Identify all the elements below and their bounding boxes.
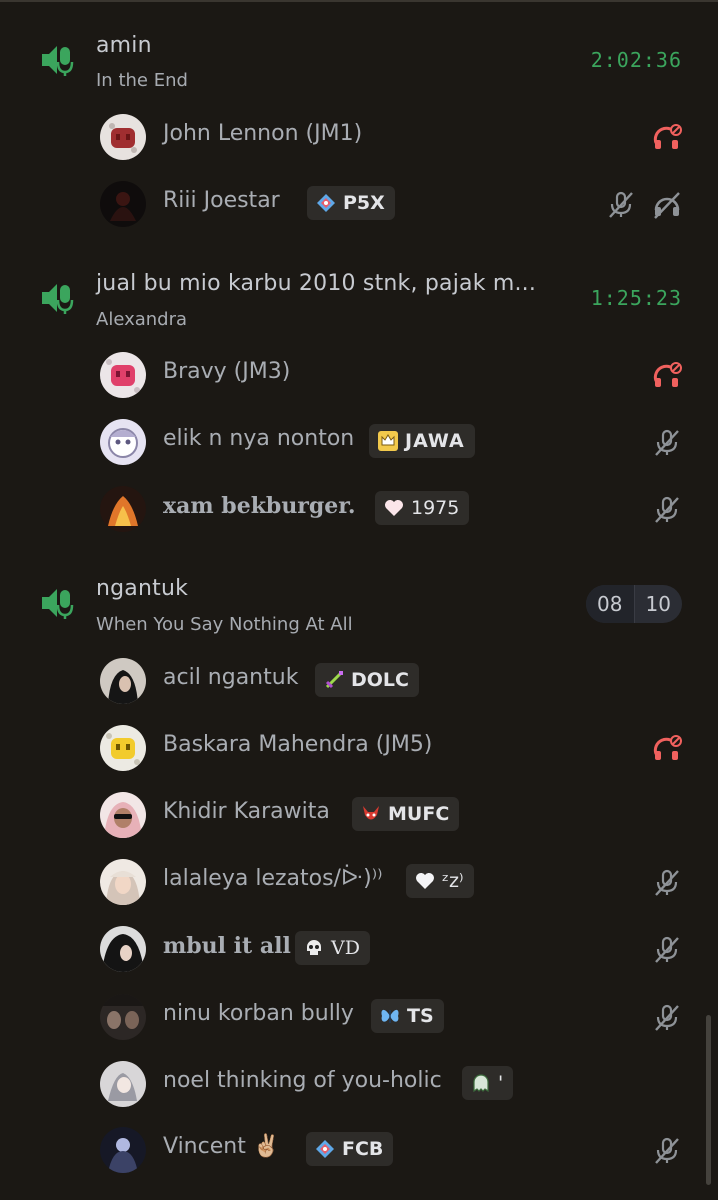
server-tag[interactable]: VD — [295, 931, 370, 965]
avatar[interactable] — [100, 725, 146, 771]
server-tag-label: P5X — [343, 192, 385, 214]
member-name: elik n nya nonton — [163, 426, 355, 451]
avatar[interactable] — [100, 352, 146, 398]
channel-activity: In the End — [96, 70, 188, 91]
server-tag-label: TS — [407, 1005, 434, 1027]
butterfly-badge-icon — [381, 1009, 399, 1023]
member-name: acil ngantuk — [163, 665, 299, 690]
server-tag-label: ᶻz⁾ — [442, 870, 464, 892]
member-name: xam bekburger. — [163, 493, 356, 519]
crown-badge-icon — [378, 431, 398, 451]
member-name: Khidir Karawita — [163, 799, 330, 824]
channel-activity: When You Say Nothing At All — [96, 614, 353, 635]
voice-member-acil-ngantuk[interactable]: acil ngantuk DOLC — [0, 653, 718, 709]
avatar[interactable] — [100, 114, 146, 160]
avatar[interactable] — [100, 181, 146, 227]
voice-member-mbul-it-all[interactable]: mbul it all VD — [0, 921, 718, 977]
avatar[interactable] — [100, 1061, 146, 1107]
member-name: Riii Joestar — [163, 188, 280, 213]
user-count: 08 — [586, 585, 635, 623]
scrollbar[interactable] — [706, 1015, 711, 1185]
voice-member-khidir-karawita[interactable]: Khidir Karawita MUFC — [0, 787, 718, 843]
avatar[interactable] — [100, 792, 146, 838]
voice-member-elik[interactable]: elik n nya nonton JAWA — [0, 414, 718, 470]
avatar[interactable] — [100, 1127, 146, 1173]
muted-mic-icon — [609, 191, 633, 218]
server-tag[interactable]: ᶻz⁾ — [406, 864, 474, 898]
muted-mic-icon — [655, 936, 679, 963]
avatar[interactable] — [100, 994, 146, 1040]
devil-badge-icon — [363, 806, 379, 820]
voice-member-lalaleya[interactable]: lalaleya lezatos/ᐕ)⁾⁾ ᶻz⁾ — [0, 854, 718, 910]
deafened-headphones-icon — [653, 735, 682, 760]
voice-member-baskara-mahendra[interactable]: Baskara Mahendra (JM5) — [0, 720, 718, 776]
server-tag[interactable]: DOLC — [315, 663, 419, 697]
muted-mic-icon — [655, 429, 679, 456]
server-tag-label: FCB — [342, 1138, 384, 1160]
voice-member-john-lennon[interactable]: John Lennon (JM1) — [0, 109, 718, 165]
member-name: lalaleya lezatos/ᐕ)⁾⁾ — [163, 866, 383, 891]
top-divider — [0, 0, 718, 2]
server-tag-label: MUFC — [388, 803, 450, 825]
ghost-badge-icon — [473, 1074, 489, 1093]
avatar[interactable] — [100, 926, 146, 972]
channel-name[interactable]: amin — [96, 33, 152, 58]
server-tag[interactable]: MUFC — [352, 797, 460, 831]
avatar[interactable] — [100, 859, 146, 905]
muted-mic-icon — [655, 1137, 679, 1164]
voice-speaker-icon — [42, 284, 74, 314]
server-tag-label: ' — [498, 1072, 504, 1094]
heart-badge-icon — [416, 873, 434, 889]
member-name: Bravy (JM3) — [163, 359, 291, 384]
user-limit-pill: 08 10 — [586, 585, 682, 623]
muted-mic-icon — [655, 1004, 679, 1031]
server-tag[interactable]: ' — [462, 1066, 514, 1100]
diamond-badge-icon — [317, 194, 335, 212]
channel-activity: Alexandra — [96, 309, 188, 330]
user-limit: 10 — [645, 592, 671, 616]
voice-member-bravy[interactable]: Bravy (JM3) — [0, 347, 718, 403]
member-name: John Lennon (JM1) — [163, 121, 363, 146]
server-tag[interactable]: TS — [371, 999, 444, 1033]
heart-badge-icon — [385, 500, 403, 516]
server-tag[interactable]: FCB — [306, 1132, 394, 1166]
channel-timer: 1:25:23 — [590, 286, 682, 310]
deafened-headphones-icon — [653, 362, 682, 387]
server-tag-label: DOLC — [351, 669, 409, 691]
channel-timer: 2:02:36 — [590, 48, 682, 72]
member-name: ninu korban bully — [163, 1001, 354, 1026]
muted-mic-icon — [655, 496, 679, 523]
sword-badge-icon — [325, 671, 343, 689]
channel-name[interactable]: ngantuk — [96, 576, 188, 601]
server-tag-label: VD — [331, 937, 360, 959]
member-name: Baskara Mahendra (JM5) — [163, 732, 433, 757]
diamond-badge-icon — [316, 1140, 334, 1158]
voice-member-ninu-korban-bully[interactable]: ninu korban bully TS — [0, 989, 718, 1045]
server-tag[interactable]: JAWA — [369, 424, 475, 458]
muted-mic-icon — [655, 869, 679, 896]
member-name: noel thinking of you-holic — [163, 1068, 442, 1093]
voice-speaker-icon — [42, 589, 74, 619]
deafened-headphones-icon — [653, 124, 682, 149]
server-tag-label: JAWA — [405, 430, 465, 452]
server-tag[interactable]: 1975 — [375, 491, 470, 525]
deafened-headphones-icon — [654, 192, 680, 219]
voice-member-riii-joestar[interactable]: Riii Joestar P5X — [0, 176, 718, 232]
avatar[interactable] — [100, 419, 146, 465]
server-tag[interactable]: P5X — [307, 186, 395, 220]
avatar[interactable] — [100, 658, 146, 704]
voice-member-xam-bekburger[interactable]: xam bekburger. 1975 — [0, 481, 718, 537]
voice-speaker-icon — [42, 46, 74, 76]
member-name: Vincent ✌🏼 — [163, 1134, 281, 1159]
channel-name[interactable]: jual bu mio karbu 2010 stnk, pajak m... — [96, 271, 536, 296]
member-name: mbul it all — [163, 933, 291, 959]
avatar[interactable] — [100, 486, 146, 532]
skull-badge-icon — [307, 940, 321, 955]
server-tag-label: 1975 — [411, 497, 460, 519]
voice-member-vincent[interactable]: Vincent ✌🏼 FCB — [0, 1122, 718, 1178]
voice-member-noel[interactable]: noel thinking of you-holic ' — [0, 1056, 718, 1112]
